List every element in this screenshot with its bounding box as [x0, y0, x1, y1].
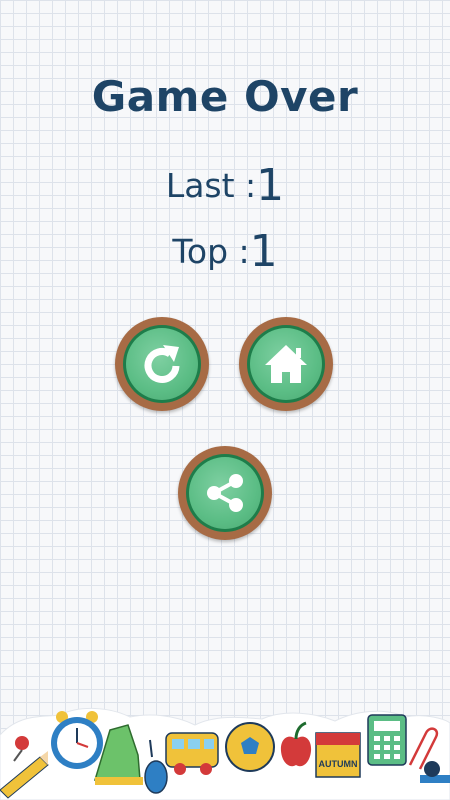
calendar-icon: AUTUMN: [315, 732, 361, 778]
game-over-title: Game Over: [91, 72, 359, 121]
top-score: Top :1: [0, 226, 450, 277]
top-score-label: Top :: [172, 232, 250, 271]
top-score-value: 1: [249, 226, 278, 277]
last-score-label: Last :: [165, 166, 257, 205]
soccer-ball-icon: [225, 722, 275, 772]
last-score: Last :1: [0, 160, 450, 211]
share-icon: [207, 474, 243, 512]
alarm-clock-icon: [51, 711, 103, 769]
share-button[interactable]: [178, 446, 272, 540]
home-icon: [265, 345, 307, 383]
school-supplies-decoration: AUTUMN: [0, 707, 450, 800]
home-button[interactable]: [239, 317, 333, 411]
last-score-value: 1: [256, 160, 285, 211]
replay-button[interactable]: [115, 317, 209, 411]
calculator-icon: [367, 714, 407, 766]
calendar-label: AUTUMN: [319, 759, 358, 769]
replay-icon: [144, 345, 180, 383]
